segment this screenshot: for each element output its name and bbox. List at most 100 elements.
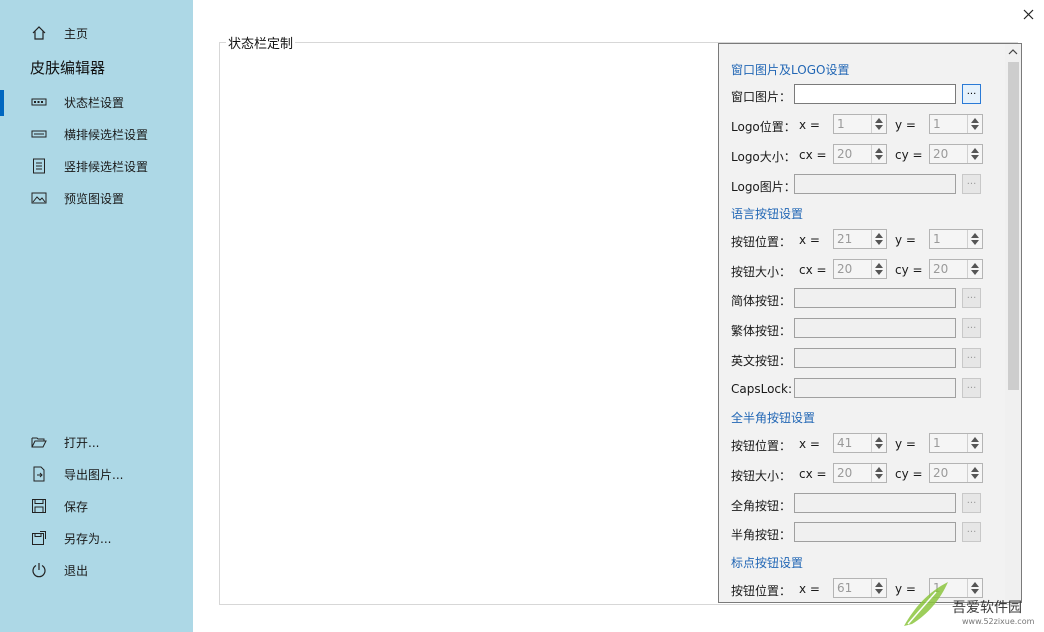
sidebar-item-statusbar[interactable]: 状态栏设置 xyxy=(30,90,124,114)
spinner-value: 20 xyxy=(837,147,853,161)
export-image-button[interactable]: 导出图片... xyxy=(30,462,123,486)
group-title: 状态栏定制 xyxy=(226,33,296,52)
simplified-label: 简体按钮： xyxy=(731,294,792,308)
save-button[interactable]: 保存 xyxy=(30,494,88,518)
simplified-field[interactable] xyxy=(794,288,956,308)
traditional-field[interactable] xyxy=(794,318,956,338)
spinner-value: 1 xyxy=(933,436,941,450)
logo-size-label: Logo大小： xyxy=(731,150,796,164)
nav-home[interactable]: 主页 xyxy=(30,21,88,45)
window-image-label: 窗口图片： xyxy=(731,90,792,104)
half-width-field[interactable] xyxy=(794,522,956,542)
home-icon xyxy=(30,24,48,42)
x-label: x = xyxy=(799,437,820,451)
lang-position-label: 按钮位置： xyxy=(731,235,792,249)
export-image-icon xyxy=(30,465,48,483)
capslock-browse-button[interactable]: ... xyxy=(962,378,981,398)
watermark-text: 吾爱软件园 xyxy=(952,600,1022,616)
sidebar-item-label: 状态栏设置 xyxy=(64,95,125,110)
spinner-buttons[interactable] xyxy=(967,260,982,278)
y-label: y = xyxy=(895,118,916,132)
sidebar-item-label: 竖排候选栏设置 xyxy=(64,159,149,174)
lang-cy-spinner[interactable]: 20 xyxy=(929,259,983,279)
exit-button[interactable]: 退出 xyxy=(30,558,88,582)
open-button[interactable]: 打开... xyxy=(30,430,99,454)
spinner-buttons[interactable] xyxy=(871,434,886,452)
traditional-browse-button[interactable]: ... xyxy=(962,318,981,338)
panel-scrollbar[interactable] xyxy=(1005,44,1021,602)
spinner-buttons[interactable] xyxy=(871,260,886,278)
lang-y-spinner[interactable]: 1 xyxy=(929,229,983,249)
save-as-icon xyxy=(30,529,48,547)
spinner-buttons[interactable] xyxy=(967,230,982,248)
spinner-buttons[interactable] xyxy=(967,145,982,163)
scrollbar-thumb[interactable] xyxy=(1008,62,1019,390)
section-lang-button: 语言按钮设置 xyxy=(731,207,804,221)
full-width-field[interactable] xyxy=(794,493,956,513)
english-field[interactable] xyxy=(794,348,956,368)
action-label: 另存为... xyxy=(64,531,112,546)
app-title: 皮肤编辑器 xyxy=(30,59,106,77)
sidebar-item-label: 预览图设置 xyxy=(64,191,125,206)
x-label: x = xyxy=(799,582,820,596)
vertical-bar-icon xyxy=(30,157,48,175)
spinner-buttons[interactable] xyxy=(871,230,886,248)
logo-x-spinner[interactable]: 1 xyxy=(833,114,887,134)
width-size-label: 按钮大小： xyxy=(731,469,792,483)
spinner-buttons[interactable] xyxy=(871,145,886,163)
image-icon xyxy=(30,189,48,207)
lang-x-spinner[interactable]: 21 xyxy=(833,229,887,249)
spinner-buttons[interactable] xyxy=(967,115,982,133)
y-label: y = xyxy=(895,233,916,247)
close-button[interactable] xyxy=(1018,4,1040,26)
sidebar-item-horizontal-bar[interactable]: 横排候选栏设置 xyxy=(30,122,148,146)
cy-label: cy = xyxy=(895,467,923,481)
spinner-value: 20 xyxy=(933,147,949,161)
full-width-browse-button[interactable]: ... xyxy=(962,493,981,513)
logo-y-spinner[interactable]: 1 xyxy=(929,114,983,134)
sidebar-item-preview[interactable]: 预览图设置 xyxy=(30,186,124,210)
spinner-value: 21 xyxy=(837,232,853,246)
spinner-buttons[interactable] xyxy=(871,464,886,482)
window-image-field[interactable] xyxy=(794,84,956,104)
lang-cx-spinner[interactable]: 20 xyxy=(833,259,887,279)
width-cx-spinner[interactable]: 20 xyxy=(833,463,887,483)
width-x-spinner[interactable]: 41 xyxy=(833,433,887,453)
half-width-browse-button[interactable]: ... xyxy=(962,522,981,542)
sidebar-item-vertical-bar[interactable]: 竖排候选栏设置 xyxy=(30,154,148,178)
settings-panel: 窗口图片及LOGO设置 窗口图片： ... Logo位置： x = 1 y = … xyxy=(718,43,1022,603)
lang-size-label: 按钮大小： xyxy=(731,265,792,279)
logo-cx-spinner[interactable]: 20 xyxy=(833,144,887,164)
punct-x-spinner[interactable]: 61 xyxy=(833,578,887,598)
spinner-buttons[interactable] xyxy=(871,579,886,597)
logo-cy-spinner[interactable]: 20 xyxy=(929,144,983,164)
spinner-value: 1 xyxy=(837,117,845,131)
english-browse-button[interactable]: ... xyxy=(962,348,981,368)
action-label: 打开... xyxy=(64,435,100,450)
logo-image-field[interactable] xyxy=(794,174,956,194)
sidebar: 主页 皮肤编辑器 状态栏设置 横排候选栏设置 竖排候选栏设置 预览图设置 打开.… xyxy=(0,0,193,632)
simplified-browse-button[interactable]: ... xyxy=(962,288,981,308)
spinner-value: 20 xyxy=(933,466,949,480)
horizontal-bar-icon xyxy=(30,125,48,143)
spinner-buttons[interactable] xyxy=(967,434,982,452)
width-cy-spinner[interactable]: 20 xyxy=(929,463,983,483)
width-y-spinner[interactable]: 1 xyxy=(929,433,983,453)
cy-label: cy = xyxy=(895,148,923,162)
width-position-label: 按钮位置： xyxy=(731,439,792,453)
spinner-buttons[interactable] xyxy=(967,464,982,482)
spinner-value: 20 xyxy=(837,466,853,480)
y-label: y = xyxy=(895,437,916,451)
full-width-label: 全角按钮： xyxy=(731,499,792,513)
punct-position-label: 按钮位置： xyxy=(731,584,792,598)
save-as-button[interactable]: 另存为... xyxy=(30,526,111,550)
logo-image-browse-button[interactable]: ... xyxy=(962,174,981,194)
spinner-value: 41 xyxy=(837,436,853,450)
spinner-buttons[interactable] xyxy=(871,115,886,133)
x-label: x = xyxy=(799,233,820,247)
section-punct-button: 标点按钮设置 xyxy=(731,556,804,570)
window-image-browse-button[interactable]: ... xyxy=(962,84,981,104)
cx-label: cx = xyxy=(799,263,827,277)
scroll-up-icon[interactable] xyxy=(1007,46,1019,58)
capslock-field[interactable] xyxy=(794,378,956,398)
